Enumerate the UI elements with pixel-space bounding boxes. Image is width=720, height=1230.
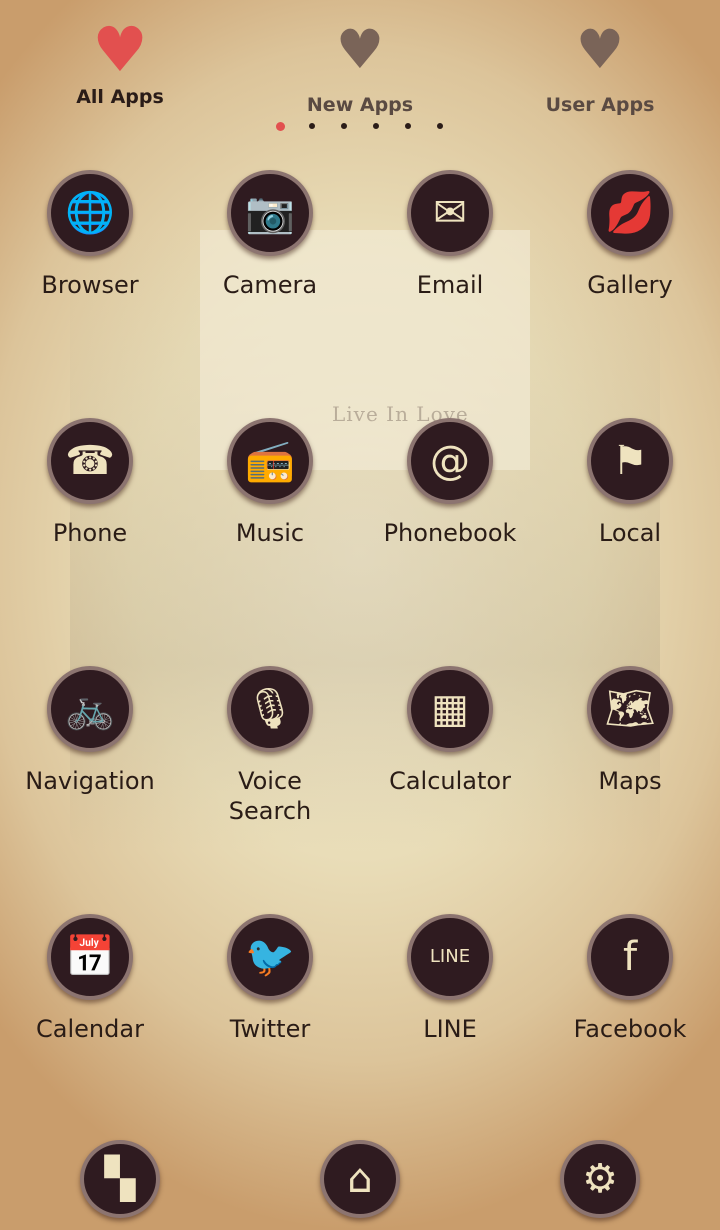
bird-icon: 🐦 xyxy=(227,914,313,1000)
tab-label: User Apps xyxy=(545,94,655,116)
tab-label: New Apps xyxy=(306,94,414,116)
tab-label: All Apps xyxy=(76,86,164,108)
app-label: LINE xyxy=(423,1015,477,1043)
heart-icon: ♥ xyxy=(92,13,148,86)
page-dot[interactable] xyxy=(373,123,379,129)
heart-icon: ♥ xyxy=(575,18,625,81)
app-local[interactable]: ⚑ Local xyxy=(540,418,720,548)
calculator-icon: ▦ xyxy=(407,666,493,752)
heart-icon: ♥ xyxy=(335,18,385,81)
app-camera[interactable]: 📷 Camera xyxy=(180,170,360,300)
app-label: Calculator xyxy=(389,767,511,795)
page-dot[interactable] xyxy=(276,122,285,131)
envelope-icon: ✉ xyxy=(407,170,493,256)
app-calculator[interactable]: ▦ Calculator xyxy=(360,666,540,796)
tab-all-apps[interactable]: ♥ All Apps xyxy=(20,13,220,109)
flag-icon: ⚑ xyxy=(587,418,673,504)
app-twitter[interactable]: 🐦 Twitter xyxy=(180,914,360,1044)
map-icon: 🗺 xyxy=(587,666,673,752)
app-line[interactable]: LINE LINE xyxy=(360,914,540,1044)
dock-app-drawer-button[interactable]: ▚ xyxy=(79,1140,161,1218)
page-dot[interactable] xyxy=(437,123,443,129)
telephone-icon: ☎ xyxy=(47,418,133,504)
app-maps[interactable]: 🗺 Maps xyxy=(540,666,720,796)
calendar-icon: 📅 xyxy=(47,914,133,1000)
app-gallery[interactable]: 💋 Gallery xyxy=(540,170,720,300)
app-label: Camera xyxy=(222,271,318,299)
app-phonebook[interactable]: @ Phonebook xyxy=(360,418,540,548)
settings-gear-icon: ⚙ xyxy=(560,1140,640,1218)
tab-new-apps[interactable]: ♥ New Apps xyxy=(260,18,460,116)
app-browser[interactable]: 🌐 Browser xyxy=(0,170,180,300)
radio-icon: 📻 xyxy=(227,418,313,504)
photo-kiss-icon: 💋 xyxy=(587,170,673,256)
app-label: Calendar xyxy=(36,1015,144,1043)
tab-user-apps[interactable]: ♥ User Apps xyxy=(500,18,700,116)
address-book-icon: @ xyxy=(407,418,493,504)
app-voice-search[interactable]: 🎙 Voice Search xyxy=(180,666,360,826)
home-icon: ⌂ xyxy=(320,1140,400,1218)
line-badge-icon: LINE xyxy=(407,914,493,1000)
app-music[interactable]: 📻 Music xyxy=(180,418,360,548)
app-label: Local xyxy=(598,519,662,547)
page-dot[interactable] xyxy=(309,123,315,129)
app-navigation[interactable]: 🚲 Navigation xyxy=(0,666,180,796)
dock-home-button[interactable]: ⌂ xyxy=(319,1140,401,1218)
app-label: Twitter xyxy=(229,1015,311,1043)
app-label: Phonebook xyxy=(383,519,517,547)
globe-icon: 🌐 xyxy=(47,170,133,256)
app-label: Navigation xyxy=(25,767,155,795)
app-calendar[interactable]: 📅 Calendar xyxy=(0,914,180,1044)
dock-settings-gear-button[interactable]: ⚙ xyxy=(559,1140,641,1218)
camera-icon: 📷 xyxy=(227,170,313,256)
app-label: Maps xyxy=(598,767,662,795)
app-label: Email xyxy=(416,271,484,299)
app-label: Voice Search xyxy=(228,767,312,825)
app-drawer-icon: ▚ xyxy=(80,1140,160,1218)
app-facebook[interactable]: f Facebook xyxy=(540,914,720,1044)
app-label: Phone xyxy=(52,519,128,547)
app-label: Browser xyxy=(41,271,139,299)
microphone-icon: 🎙 xyxy=(227,666,313,752)
page-dot[interactable] xyxy=(405,123,411,129)
app-label: Gallery xyxy=(587,271,673,299)
facebook-badge-icon: f xyxy=(587,914,673,1000)
bicycle-icon: 🚲 xyxy=(47,666,133,752)
app-label: Facebook xyxy=(573,1015,687,1043)
app-label: Music xyxy=(235,519,305,547)
app-email[interactable]: ✉ Email xyxy=(360,170,540,300)
tab-bar: ♥ All Apps ♥ New Apps ♥ User Apps xyxy=(0,0,720,120)
page-dot[interactable] xyxy=(341,123,347,129)
app-phone[interactable]: ☎ Phone xyxy=(0,418,180,548)
